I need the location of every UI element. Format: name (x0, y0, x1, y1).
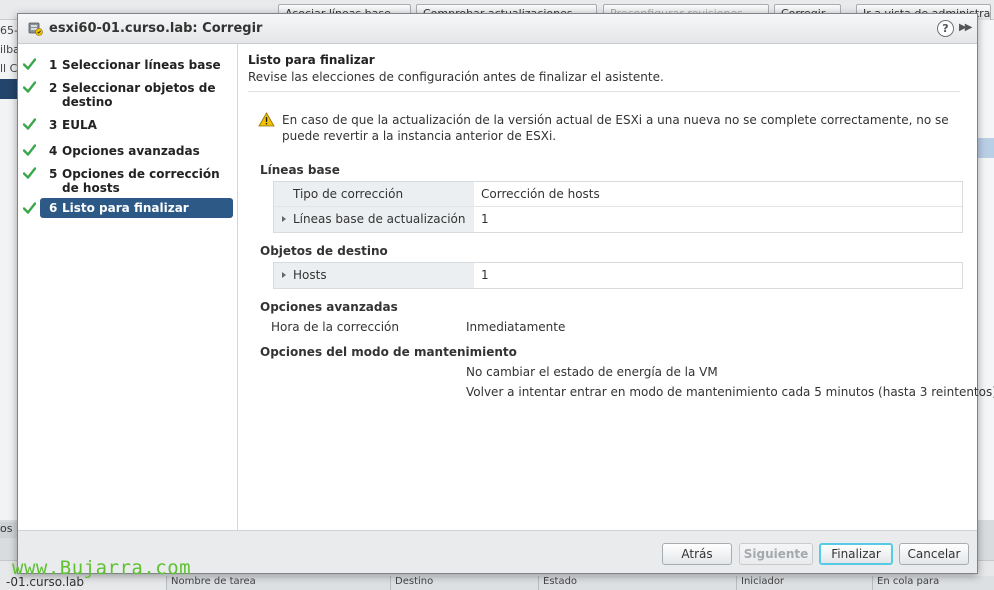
help-icon[interactable]: ? (937, 20, 954, 37)
checkmark-icon (23, 144, 36, 156)
section-maintenance-title: Opciones del modo de mantenimiento (260, 345, 517, 359)
warning-message: En caso de que la actualización de la ve… (282, 113, 949, 143)
step-label: Opciones de corrección de hosts (62, 167, 220, 195)
step-label: Opciones avanzadas (62, 144, 200, 158)
remediation-time-key: Hora de la corrección (271, 320, 399, 334)
wizard-steps-list: 1 Seleccionar líneas base 2 Seleccionar obj… (18, 44, 238, 530)
baselines-table: Tipo de corrección Corrección de hosts L… (273, 181, 963, 233)
step-number: 1 (49, 58, 58, 72)
hosts-label: Hosts (293, 268, 327, 282)
warning-icon (258, 112, 275, 127)
step-label: EULA (62, 118, 97, 132)
bg-left-fragment: 65- (0, 24, 18, 37)
step-number: 5 (49, 167, 58, 181)
maintenance-retry-value: Volver a intentar entrar en modo de mant… (466, 385, 994, 399)
maintenance-power-value: No cambiar el estado de energía de la VM (466, 365, 718, 379)
targets-table: Hosts 1 (273, 262, 963, 289)
step-label: Listo para finalizar (62, 201, 189, 215)
bg-task-column[interactable]: Estado (538, 576, 736, 590)
table-row: Tipo de corrección Corrección de hosts (274, 182, 962, 207)
back-button[interactable]: Atrás (662, 543, 732, 565)
checkmark-icon (23, 58, 36, 70)
step-label: Seleccionar líneas base (62, 58, 221, 72)
expand-icon[interactable]: ▶▶ (959, 20, 975, 36)
next-button[interactable]: Siguiente (739, 543, 813, 565)
table-row[interactable]: Líneas base de actualización 1 (274, 207, 962, 232)
finish-button[interactable]: Finalizar (819, 543, 893, 565)
checkmark-icon (23, 202, 36, 214)
checkmark-icon (23, 81, 36, 93)
checkmark-icon (23, 118, 36, 130)
cancel-button[interactable]: Cancelar (899, 543, 969, 565)
remediation-type-value: Corrección de hosts (481, 187, 600, 201)
step-number: 4 (49, 144, 58, 158)
step-number: 3 (49, 118, 58, 132)
upgrade-baselines-value: 1 (481, 212, 489, 226)
bg-left-selected-row[interactable] (0, 79, 18, 99)
step-number: 6 (49, 201, 58, 215)
checkmark-icon (23, 167, 36, 179)
hosts-value: 1 (481, 268, 489, 282)
section-targets-title: Objetos de destino (260, 244, 388, 258)
step-label: Seleccionar objetos de destino (62, 81, 216, 109)
section-baselines-title: Líneas base (260, 163, 340, 177)
remediation-time-value: Inmediatamente (466, 320, 566, 334)
remediate-wizard-dialog: esxi60-01.curso.lab: Corregir ? ▶▶ 1 Sele… (17, 13, 994, 574)
bg-task-column[interactable]: Destino (390, 576, 538, 590)
page-subtitle: Revise las elecciones de configuración a… (248, 70, 664, 84)
upgrade-baselines-label: Líneas base de actualización (293, 212, 466, 226)
step-number: 2 (49, 81, 58, 95)
bg-task-column[interactable]: En cola para (872, 576, 994, 590)
bg-task-column[interactable]: Iniciador (736, 576, 872, 590)
dialog-titlebar[interactable]: esxi60-01.curso.lab: Corregir ? ▶▶ (18, 14, 977, 44)
expand-arrow-icon[interactable] (282, 216, 286, 222)
dialog-title: esxi60-01.curso.lab: Corregir (49, 21, 263, 36)
watermark: www.Bujarra.com (12, 557, 192, 579)
bg-right-selected-row[interactable] (978, 138, 994, 158)
remediation-type-key: Tipo de corrección (274, 182, 474, 206)
bg-tab-fragment[interactable]: os (0, 522, 18, 538)
expand-arrow-icon[interactable] (282, 272, 286, 278)
divider (248, 91, 960, 92)
host-update-icon (28, 22, 43, 36)
bg-task-column[interactable]: Nombre de tarea (166, 576, 390, 590)
bg-left-fragment: ll C (0, 62, 18, 75)
hosts-key[interactable]: Hosts (274, 263, 474, 288)
table-row[interactable]: Hosts 1 (274, 263, 962, 288)
wizard-step-6[interactable]: 6 Listo para finalizar (23, 198, 233, 218)
section-advanced-title: Opciones avanzadas (260, 300, 398, 314)
upgrade-baselines-key[interactable]: Líneas base de actualización (274, 207, 474, 232)
page-title: Listo para finalizar (248, 53, 375, 67)
wizard-content: Listo para finalizar Revise las eleccion… (239, 44, 994, 530)
background-right-panel (978, 20, 994, 520)
